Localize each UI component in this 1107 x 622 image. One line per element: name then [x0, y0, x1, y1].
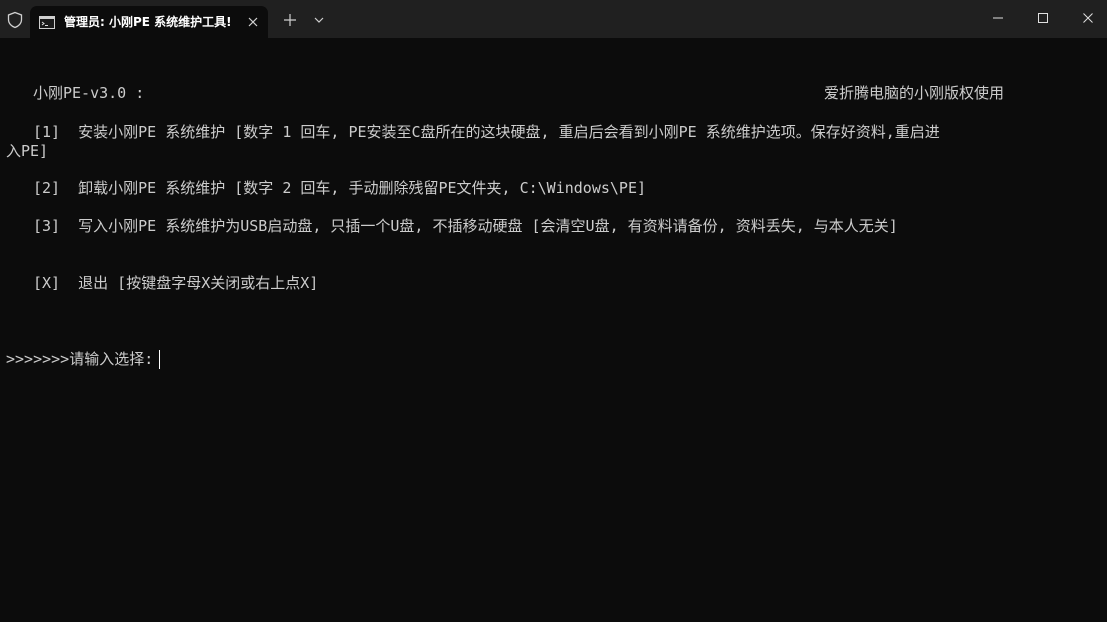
minimize-icon: [993, 17, 1003, 19]
maximize-button[interactable]: [1020, 0, 1066, 36]
option-1-text-wrap: 入PE]: [6, 142, 49, 160]
title-bar: 管理员: 小刚PE 系统维护工具!: [0, 0, 1107, 38]
console-output[interactable]: 小刚PE-v3.0 : 爱折腾电脑的小刚版权使用 [1] 安装小刚PE 系统维护…: [0, 38, 1107, 622]
option-2-text: [2] 卸载小刚PE 系统维护 [数字 2 回车, 手动删除残留PE文件夹, C…: [33, 179, 647, 197]
tab-active[interactable]: 管理员: 小刚PE 系统维护工具!: [30, 6, 268, 38]
close-button[interactable]: [1065, 0, 1107, 36]
close-tab-icon[interactable]: [246, 15, 260, 29]
chevron-down-icon[interactable]: [313, 14, 325, 26]
text-cursor[interactable]: [159, 350, 161, 369]
shield-icon: [7, 11, 23, 29]
option-1-text: [1] 安装小刚PE 系统维护 [数字 1 回车, PE安装至C盘所在的这块硬盘…: [33, 123, 940, 141]
maximize-icon: [1038, 13, 1048, 23]
minimize-button[interactable]: [975, 0, 1021, 36]
console-icon: [39, 16, 55, 29]
option-3-text: [3] 写入小刚PE 系统维护为USB启动盘, 只插一个U盘, 不插移动硬盘 […: [33, 217, 898, 235]
tab-title: 管理员: 小刚PE 系统维护工具!: [64, 15, 232, 29]
header-version: 小刚PE-v3.0 :: [33, 84, 145, 102]
new-tab-plus-icon[interactable]: [282, 12, 298, 28]
input-prompt: >>>>>>>请输入选择:: [6, 350, 154, 368]
option-exit-text: [X] 退出 [按键盘字母X关闭或右上点X]: [33, 274, 319, 292]
close-icon: [1083, 13, 1093, 23]
header-copyright: 爱折腾电脑的小刚版权使用: [824, 84, 1005, 102]
